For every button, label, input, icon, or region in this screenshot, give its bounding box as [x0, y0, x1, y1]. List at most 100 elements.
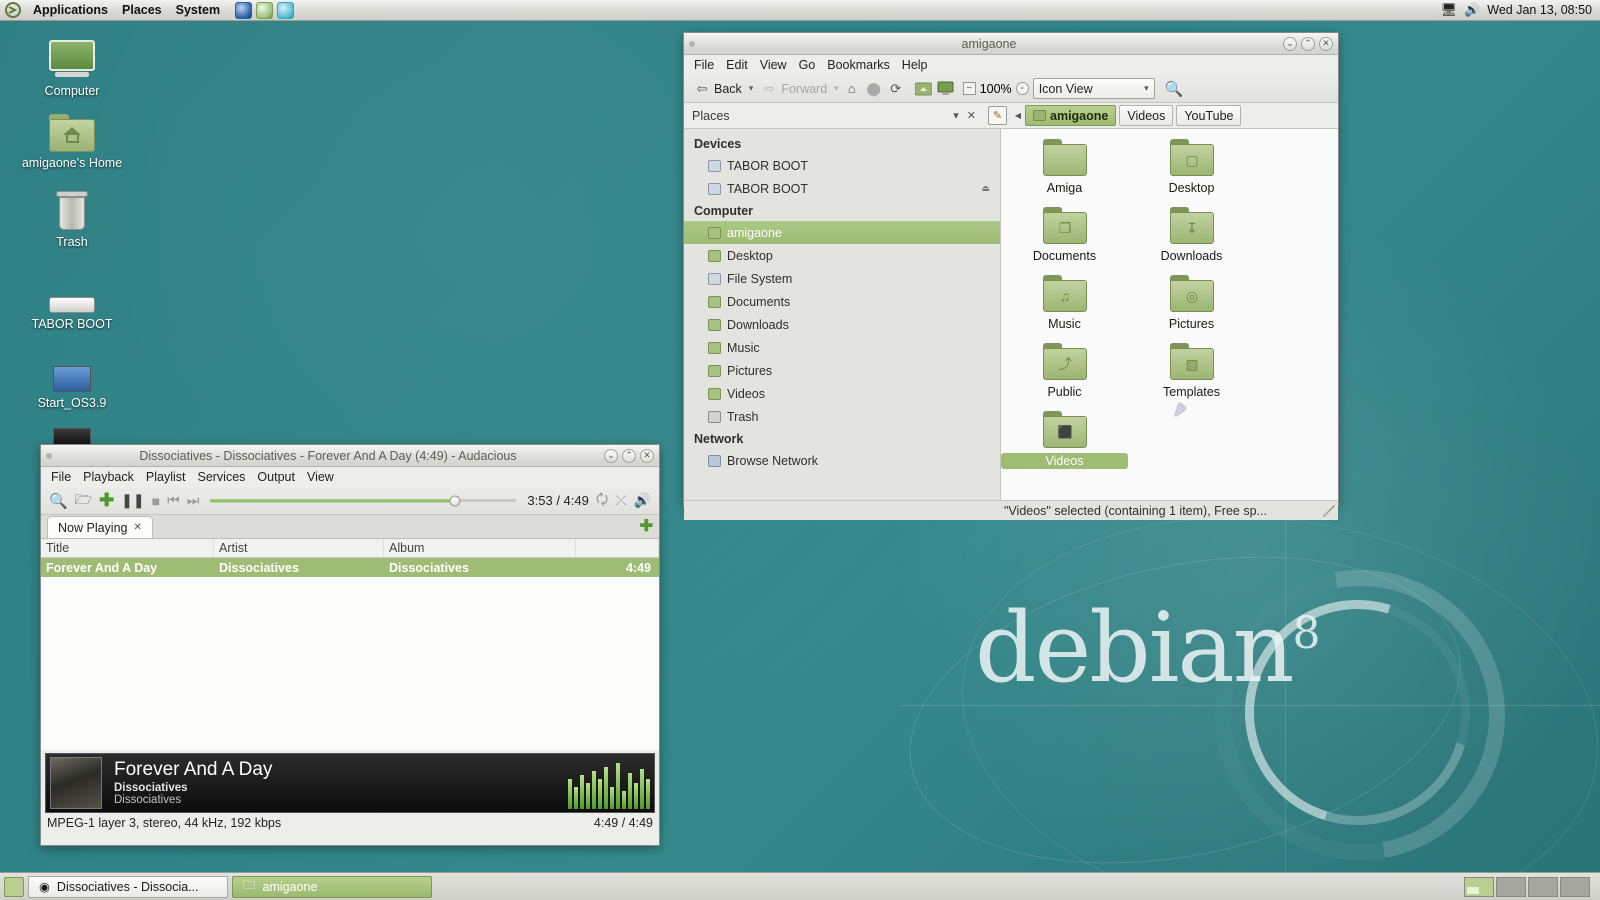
taskbar-item-audacious[interactable]: ◉ Dissociatives - Dissocia...: [28, 875, 228, 898]
next-icon[interactable]: ⏭: [187, 492, 200, 509]
search-icon[interactable]: 🔍: [1165, 80, 1184, 98]
desktop-icon-tabor-boot[interactable]: TABOR BOOT: [17, 265, 127, 331]
zoom-out-icon[interactable]: −: [962, 82, 976, 95]
menu-bookmarks[interactable]: Bookmarks: [821, 57, 896, 73]
taskbar-item-amigaone[interactable]: 🗀 amigaone: [232, 875, 432, 898]
column-header-artist[interactable]: Artist: [214, 539, 384, 557]
desktop-icon-trash[interactable]: Trash: [17, 183, 127, 249]
file-item-downloads[interactable]: ↧ Downloads: [1128, 207, 1255, 263]
menu-go[interactable]: Go: [793, 57, 822, 73]
water-icon[interactable]: [277, 1, 295, 19]
file-item-documents[interactable]: ❐ Documents: [1001, 207, 1128, 263]
close-button[interactable]: ✕: [1319, 36, 1333, 51]
stop-icon[interactable]: ⬤: [865, 80, 883, 98]
sidebar-item-tabor-boot-2[interactable]: TABOR BOOT ⏏: [684, 177, 1000, 200]
up-icon[interactable]: ⌂: [843, 80, 861, 98]
sidebar-item-documents[interactable]: Documents: [684, 290, 1000, 313]
repeat-icon[interactable]: 🗘: [596, 489, 609, 513]
forward-history-chevron-icon[interactable]: ▾: [834, 83, 839, 94]
volume-icon[interactable]: 🔊: [634, 492, 651, 509]
edit-location-icon[interactable]: ✎: [988, 106, 1007, 125]
add-files-icon[interactable]: ✚: [99, 490, 114, 511]
show-desktop-icon[interactable]: [4, 876, 24, 897]
sidebar-item-file-system[interactable]: File System: [684, 267, 1000, 290]
breadcrumb-youtube[interactable]: YouTube: [1176, 105, 1242, 126]
file-item-desktop[interactable]: ▢ Desktop: [1128, 139, 1255, 195]
stop-icon[interactable]: ■: [152, 493, 160, 509]
resize-grip[interactable]: [1323, 504, 1335, 517]
menu-logo-icon[interactable]: [0, 1, 26, 19]
zoom-reset-icon[interactable]: ◦: [1015, 82, 1029, 95]
audacious-titlebar[interactable]: Dissociatives - Dissociatives - Forever …: [41, 445, 659, 467]
sidebar-item-amigaone[interactable]: amigaone: [684, 221, 1000, 244]
file-item-amiga[interactable]: Amiga: [1001, 139, 1128, 195]
menu-file[interactable]: File: [688, 57, 720, 73]
column-header-length[interactable]: [576, 539, 659, 557]
menu-file[interactable]: File: [45, 469, 77, 485]
column-header-title[interactable]: Title: [41, 539, 214, 557]
breadcrumb-amigaone[interactable]: amigaone: [1025, 105, 1117, 126]
maximize-button[interactable]: ⌃: [622, 448, 636, 463]
previous-icon[interactable]: ⏮: [167, 492, 180, 509]
playlist-row[interactable]: Forever And A Day Dissociatives Dissocia…: [41, 558, 659, 577]
desktop-icon-computer[interactable]: Computer: [17, 32, 127, 98]
file-item-pictures[interactable]: ◎ Pictures: [1128, 275, 1255, 331]
menu-services[interactable]: Services: [191, 469, 251, 485]
maximize-button[interactable]: ⌃: [1301, 36, 1315, 51]
chevron-down-icon[interactable]: ▾: [953, 109, 959, 122]
add-playlist-icon[interactable]: ✚: [640, 516, 653, 538]
playlist-empty-area[interactable]: [41, 577, 659, 750]
playlist-tab-now-playing[interactable]: Now Playing ✕: [47, 516, 153, 538]
close-icon[interactable]: ✕: [133, 522, 141, 533]
sidebar-item-browse-network[interactable]: Browse Network: [684, 449, 1000, 472]
eject-icon[interactable]: ⏏: [981, 183, 1000, 194]
back-button[interactable]: ⇦ Back: [690, 78, 745, 100]
desktop-icon-home[interactable]: amigaone's Home: [17, 104, 127, 170]
file-item-music[interactable]: ♫ Music: [1001, 275, 1128, 331]
file-item-videos[interactable]: ⬛ Videos: [1001, 411, 1128, 469]
pause-icon[interactable]: ❚❚: [121, 492, 144, 509]
forward-button[interactable]: ⇨ Forward: [757, 78, 830, 100]
globe-icon[interactable]: [235, 1, 253, 19]
shuffle-icon[interactable]: ⤫: [615, 492, 626, 509]
sidebar-item-music[interactable]: Music: [684, 336, 1000, 359]
sidebar-item-trash[interactable]: Trash: [684, 405, 1000, 428]
close-icon[interactable]: ✕: [967, 109, 976, 122]
back-history-chevron-icon[interactable]: ▾: [749, 83, 754, 94]
home-icon[interactable]: [915, 80, 933, 98]
computer-icon[interactable]: [937, 80, 955, 98]
panel-menu-applications[interactable]: Applications: [26, 1, 115, 19]
seek-knob[interactable]: [449, 495, 461, 506]
sidebar-item-downloads[interactable]: Downloads: [684, 313, 1000, 336]
minimize-button[interactable]: ⌄: [604, 448, 618, 463]
leaf-icon[interactable]: [256, 1, 274, 19]
sidebar-item-tabor-boot-1[interactable]: TABOR BOOT: [684, 154, 1000, 177]
file-item-templates[interactable]: ▧ Templates: [1128, 343, 1255, 399]
workspace-1[interactable]: [1464, 876, 1494, 897]
seek-slider[interactable]: [210, 493, 517, 509]
file-item-public[interactable]: ⤴ Public: [1001, 343, 1128, 399]
search-icon[interactable]: 🔍: [49, 492, 68, 510]
menu-playlist[interactable]: Playlist: [140, 469, 192, 485]
close-button[interactable]: ✕: [640, 448, 654, 463]
sidebar-item-pictures[interactable]: Pictures: [684, 359, 1000, 382]
volume-icon[interactable]: 🔊: [1464, 2, 1480, 18]
reload-icon[interactable]: ⟳: [887, 80, 905, 98]
minimize-button[interactable]: ⌄: [1283, 36, 1297, 51]
workspace-3[interactable]: [1528, 876, 1558, 897]
view-mode-select[interactable]: Icon View ▾: [1032, 78, 1155, 99]
workspace-switcher[interactable]: [1464, 876, 1596, 897]
open-folder-icon[interactable]: 🗁: [75, 489, 92, 513]
panel-menu-system[interactable]: System: [169, 1, 227, 19]
file-manager-titlebar[interactable]: amigaone ⌄ ⌃ ✕: [684, 33, 1338, 55]
sidebar-item-videos[interactable]: Videos: [684, 382, 1000, 405]
breadcrumb-scroll-left-icon[interactable]: ◀: [1011, 106, 1025, 125]
column-header-album[interactable]: Album: [384, 539, 576, 557]
workspace-4[interactable]: [1560, 876, 1590, 897]
display-icon[interactable]: 🖥: [1441, 2, 1458, 18]
menu-playback[interactable]: Playback: [77, 469, 140, 485]
menu-view[interactable]: View: [754, 57, 793, 73]
menu-output[interactable]: Output: [251, 469, 301, 485]
menu-view[interactable]: View: [301, 469, 340, 485]
sidebar-item-desktop[interactable]: Desktop: [684, 244, 1000, 267]
